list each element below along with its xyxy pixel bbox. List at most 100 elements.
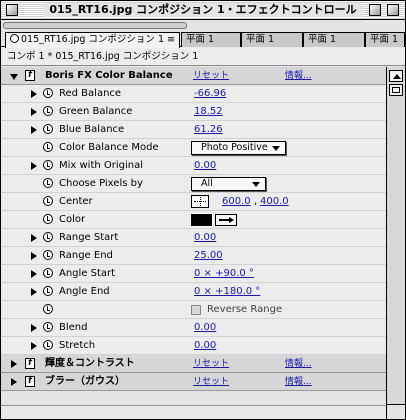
param-label: Color (59, 214, 86, 225)
tab-solid-2[interactable]: 平面 1 (241, 32, 303, 47)
color-balance-mode-dropdown[interactable]: Photo Positive (191, 141, 286, 155)
tab-solid-4[interactable]: 平面 1 (365, 32, 405, 47)
effect-header-brightness-contrast[interactable]: f 輝度＆コントラスト リセット 情報... (1, 355, 386, 373)
reverse-range-label: Reverse Range (207, 304, 283, 315)
range-start-value[interactable]: 0.00 (194, 229, 216, 247)
param-label: Red Balance (59, 88, 122, 99)
stopwatch-icon[interactable] (43, 124, 53, 134)
effect-name: ブラー（ガウス） (45, 376, 125, 387)
param-row-angle-end: Angle End 0 × +180.0 ° (1, 283, 386, 301)
effect-name: 輝度＆コントラスト (45, 358, 135, 369)
reverse-range-checkbox[interactable] (191, 305, 201, 315)
disclosure-triangle-icon[interactable] (31, 342, 37, 350)
param-label: Range End (59, 250, 113, 261)
disclosure-triangle-icon[interactable] (31, 324, 37, 332)
bottom-scroll-strip[interactable] (1, 405, 386, 419)
reset-link[interactable]: リセット (193, 373, 229, 391)
stopwatch-icon[interactable] (43, 232, 53, 242)
scroll-options-button[interactable] (389, 84, 403, 96)
fx-switch-icon[interactable]: f (25, 358, 35, 369)
stopwatch-icon[interactable] (43, 88, 53, 98)
param-row-choose-pixels-by: Choose Pixels by All (1, 175, 386, 193)
color-swatch[interactable] (190, 213, 213, 227)
stopwatch-icon[interactable] (43, 322, 53, 332)
disclosure-triangle-icon[interactable] (31, 162, 37, 170)
about-link[interactable]: 情報... (285, 373, 312, 391)
fx-switch-icon[interactable]: f (25, 376, 35, 387)
title-bar[interactable]: 015_RT16.jpg コンポジション 1・エフェクトコントロール (1, 1, 405, 20)
reset-link[interactable]: リセット (193, 355, 229, 373)
stopwatch-icon[interactable] (43, 196, 53, 206)
tab-solid-1[interactable]: 平面 1 (181, 32, 241, 47)
tab-bar: 015_RT16.jpg コンポジション 1 ≡ 平面 1 平面 1 平面 1 … (1, 31, 405, 48)
breadcrumb: コンポ 1 * 015_RT16.jpg コンポジション 1 (1, 47, 405, 66)
tab-composition[interactable]: 015_RT16.jpg コンポジション 1 ≡ (5, 32, 180, 48)
disclosure-triangle-icon[interactable] (31, 288, 37, 296)
close-box-icon[interactable] (6, 4, 18, 16)
stopwatch-icon[interactable] (43, 286, 53, 296)
param-label: Angle Start (59, 268, 116, 279)
scroll-nav-button[interactable] (389, 70, 403, 82)
effect-controls-window: 015_RT16.jpg コンポジション 1・エフェクトコントロール 015_R… (0, 0, 406, 420)
mix-with-original-value[interactable]: 0.00 (194, 157, 216, 175)
param-label: Blue Balance (59, 124, 125, 135)
about-link[interactable]: 情報... (285, 355, 312, 373)
stopwatch-icon[interactable] (43, 106, 53, 116)
stopwatch-icon[interactable] (43, 178, 53, 188)
eyedropper-icon[interactable] (215, 214, 237, 226)
stopwatch-icon[interactable] (43, 340, 53, 350)
about-link[interactable]: 情報... (285, 67, 312, 85)
fx-switch-icon[interactable]: f (25, 70, 35, 81)
reset-link[interactable]: リセット (193, 67, 229, 85)
tab-solid-3[interactable]: 平面 1 (303, 32, 365, 47)
green-balance-value[interactable]: 18.52 (194, 103, 223, 121)
effect-name: Boris FX Color Balance (45, 70, 173, 81)
center-y-value[interactable]: 400.0 (260, 193, 289, 211)
resize-grow-box-icon[interactable] (386, 404, 405, 419)
vertical-scrollbar[interactable] (386, 67, 405, 405)
blend-value[interactable]: 0.00 (194, 319, 216, 337)
blue-balance-value[interactable]: 61.26 (194, 121, 223, 139)
disclosure-triangle-icon[interactable] (31, 126, 37, 134)
param-row-angle-start: Angle Start 0 × +90.0 ° (1, 265, 386, 283)
top-scroll-strip[interactable] (1, 21, 405, 31)
angle-start-value[interactable]: 0 × +90.0 ° (194, 265, 254, 283)
angle-end-value[interactable]: 0 × +180.0 ° (194, 283, 260, 301)
param-row-range-end: Range End 25.00 (1, 247, 386, 265)
range-end-value[interactable]: 25.00 (194, 247, 223, 265)
stopwatch-icon[interactable] (43, 250, 53, 260)
center-separator: , (254, 196, 258, 207)
dropdown-arrow-icon (252, 182, 260, 187)
stopwatch-icon[interactable] (43, 304, 53, 314)
collapse-box-icon[interactable] (387, 4, 399, 16)
disclosure-triangle-icon[interactable] (10, 74, 18, 80)
stopwatch-icon[interactable] (43, 268, 53, 278)
choose-pixels-dropdown[interactable]: All (191, 177, 266, 191)
effect-header-gaussian-blur[interactable]: f ブラー（ガウス） リセット 情報... (1, 373, 386, 391)
param-row-red-balance: Red Balance -66.96 (1, 85, 386, 103)
red-balance-value[interactable]: -66.96 (194, 85, 226, 103)
scroll-thumb[interactable] (3, 22, 187, 29)
stretch-value[interactable]: 0.00 (194, 337, 216, 355)
param-row-green-balance: Green Balance 18.52 (1, 103, 386, 121)
dropdown-arrow-icon (272, 146, 280, 151)
param-label: Stretch (59, 340, 96, 351)
param-label: Mix with Original (59, 160, 144, 171)
zoom-box-icon[interactable] (369, 4, 381, 16)
effect-header-color-balance[interactable]: f Boris FX Color Balance リセット 情報... (1, 67, 386, 85)
stopwatch-icon[interactable] (43, 160, 53, 170)
disclosure-triangle-icon[interactable] (11, 360, 17, 368)
stopwatch-icon[interactable] (43, 142, 53, 152)
stopwatch-icon[interactable] (43, 214, 53, 224)
param-row-color-balance-mode: Color Balance Mode Photo Positive (1, 139, 386, 157)
disclosure-triangle-icon[interactable] (31, 108, 37, 116)
param-row-range-start: Range Start 0.00 (1, 229, 386, 247)
center-x-value[interactable]: 600.0 (222, 193, 251, 211)
disclosure-triangle-icon[interactable] (31, 252, 37, 260)
disclosure-triangle-icon[interactable] (31, 234, 37, 242)
disclosure-triangle-icon[interactable] (31, 90, 37, 98)
param-row-reverse-range: Reverse Range (1, 301, 386, 319)
disclosure-triangle-icon[interactable] (31, 270, 37, 278)
crosshair-point-icon[interactable] (191, 195, 209, 208)
disclosure-triangle-icon[interactable] (11, 378, 17, 386)
